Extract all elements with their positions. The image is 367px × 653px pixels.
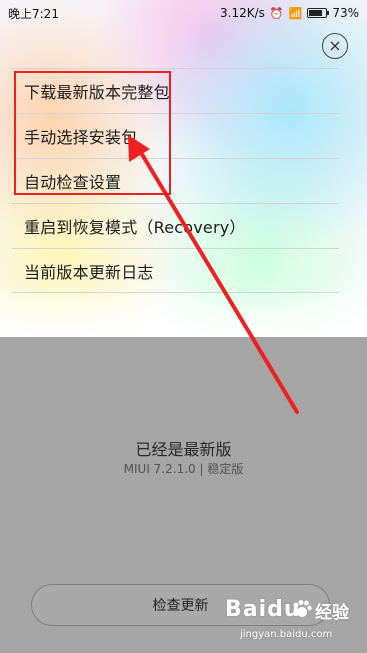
wifi-icon: 📶 (288, 6, 303, 20)
update-screen: 晚上7:21 3.12K/s ⏰ 📶 73% × 下载最新版本完整包 手动选择安… (0, 0, 367, 653)
baidu-jingyan-watermark: Baidu 经验 jingyan.baidu.com (225, 596, 360, 651)
menu-item-label: 重启到恢复模式（Recovery） (24, 218, 246, 237)
network-speed: 3.12K/s (220, 6, 265, 20)
status-time: 晚上7:21 (8, 6, 59, 21)
highlight-rectangle (14, 71, 171, 195)
recovery-reboot-item[interactable]: 重启到恢复模式（Recovery） (12, 203, 339, 248)
close-button[interactable]: × (322, 33, 348, 59)
menu-item-label: 当前版本更新日志 (24, 262, 154, 282)
alarm-icon: ⏰ (269, 6, 284, 20)
check-update-label: 检查更新 (152, 598, 209, 614)
watermark-brand: Baidu (225, 597, 301, 622)
current-version-detail: MIUI 7.2.1.0 | 稳定版 (123, 462, 244, 476)
battery-icon (307, 8, 330, 18)
watermark-suffix: 经验 (315, 603, 349, 623)
status-right: 3.12K/s ⏰ 📶 73% (220, 6, 359, 20)
version-changelog-item[interactable]: 当前版本更新日志 (12, 248, 339, 293)
watermark-url: jingyan.baidu.com (240, 629, 333, 640)
latest-version-status: 已经是最新版 (135, 440, 232, 459)
status-bar: 晚上7:21 3.12K/s ⏰ 📶 73% (0, 0, 367, 26)
close-icon: × (328, 36, 342, 55)
battery-percentage: 73% (332, 6, 359, 20)
paw-icon (293, 600, 312, 617)
